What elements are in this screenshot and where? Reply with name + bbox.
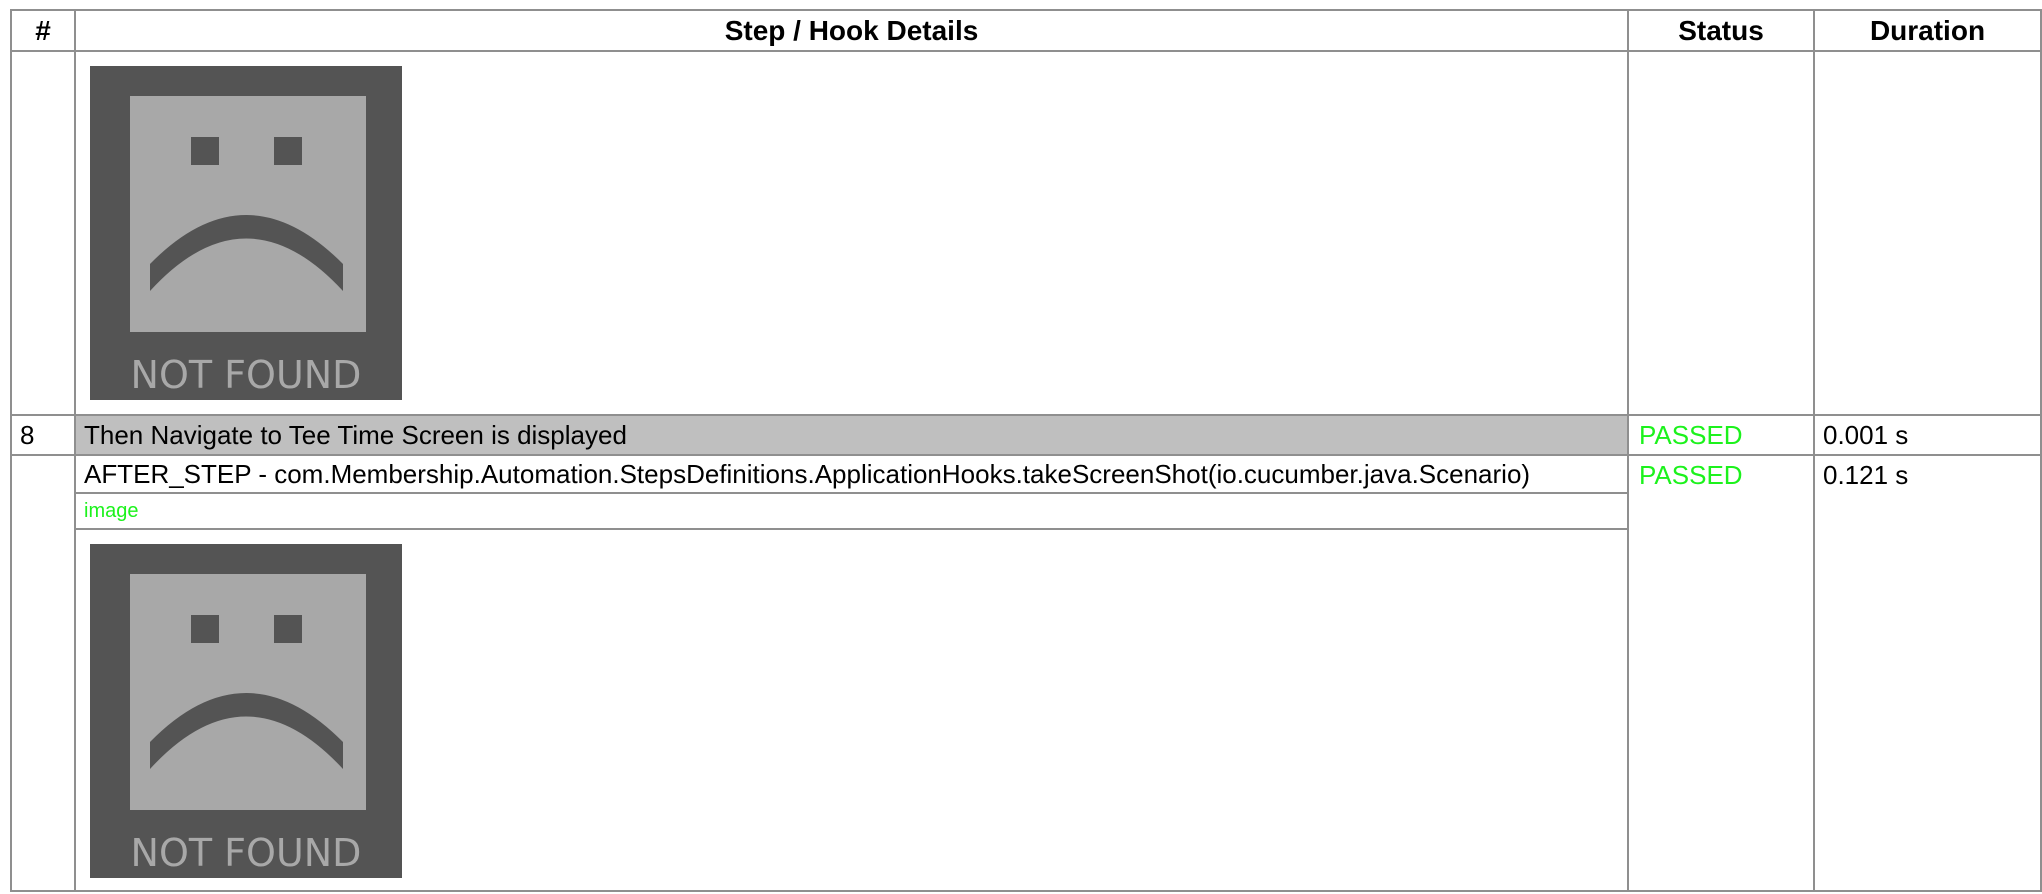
image-caption: NOT FOUND — [131, 831, 362, 875]
step-num: 8 — [20, 420, 35, 450]
header-duration: Duration — [1813, 9, 2042, 52]
header-details: Step / Hook Details — [74, 9, 1629, 52]
hook-title: AFTER_STEP - com.Membership.Automation.S… — [76, 456, 1627, 494]
status-badge: PASSED — [1639, 420, 1743, 450]
embedded-image-container: NOT FOUND — [76, 530, 1627, 890]
embedded-image-cell: NOT FOUND — [74, 50, 1629, 416]
step-details: Then Navigate to Tee Time Screen is disp… — [84, 420, 627, 450]
step-details-cell: Then Navigate to Tee Time Screen is disp… — [74, 414, 1629, 456]
step-status-cell: PASSED — [1627, 414, 1815, 456]
broken-image-icon[interactable]: NOT FOUND — [90, 66, 402, 400]
hook-duration-cell: 0.121 s — [1813, 454, 2042, 892]
table-row: AFTER_STEP - com.Membership.Automation.S… — [10, 454, 2042, 892]
embed-image-link[interactable]: image — [76, 494, 1627, 530]
image-caption: NOT FOUND — [131, 353, 362, 397]
table-row: 8 Then Navigate to Tee Time Screen is di… — [10, 414, 2042, 456]
table-header-row: # Step / Hook Details Status Duration — [10, 9, 2042, 52]
status-badge: PASSED — [1639, 460, 1743, 490]
hook-duration: 0.121 s — [1823, 460, 1909, 490]
duration-empty — [1813, 50, 2042, 416]
step-duration: 0.001 s — [1823, 420, 1909, 450]
hook-block: AFTER_STEP - com.Membership.Automation.S… — [76, 456, 1627, 890]
step-duration-cell: 0.001 s — [1813, 414, 2042, 456]
hook-status-cell: PASSED — [1627, 454, 1815, 892]
hook-details-cell: AFTER_STEP - com.Membership.Automation.S… — [74, 454, 1629, 892]
header-status: Status — [1627, 9, 1815, 52]
table-row: NOT FOUND — [10, 50, 2042, 416]
step-num-cell: 8 — [10, 414, 76, 456]
row-num-empty — [10, 50, 76, 416]
step-hook-table: # Step / Hook Details Status Duration NO… — [10, 9, 2042, 892]
status-empty — [1627, 50, 1815, 416]
embedded-image-container: NOT FOUND — [76, 52, 1627, 414]
hook-num-empty — [10, 454, 76, 892]
broken-image-icon[interactable]: NOT FOUND — [90, 544, 402, 878]
header-num: # — [10, 9, 76, 52]
